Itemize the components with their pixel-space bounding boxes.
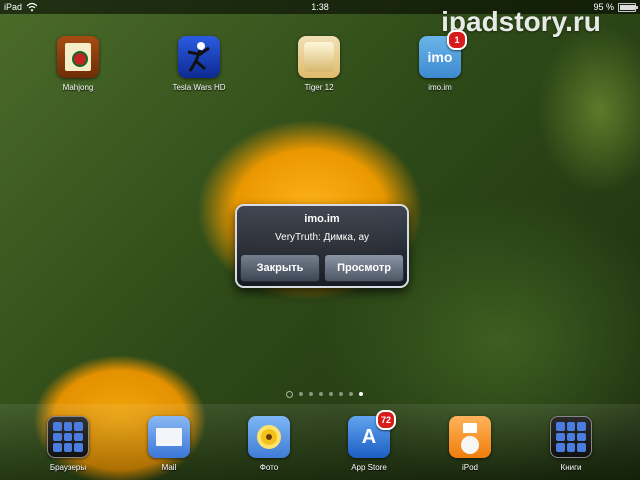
home-screen-app-grid: Mahjong Tesla Wars HD Tiger 12 imo 1 imo…: [0, 30, 640, 106]
alert-title: imo.im: [304, 213, 340, 225]
notification-badge: 1: [447, 30, 467, 50]
ipod-wheel: [461, 436, 479, 454]
dock-app-books[interactable]: Книги: [531, 416, 611, 474]
page-dot[interactable]: [319, 392, 323, 396]
ipod-screen: [463, 423, 477, 433]
view-button[interactable]: Просмотр: [324, 254, 404, 282]
dock-label-app-store: App Store: [351, 463, 387, 472]
app-tesla-wars-hd[interactable]: Tesla Wars HD: [159, 36, 239, 94]
dock-label-photos: Фото: [259, 463, 279, 472]
imo-icon[interactable]: imo 1: [419, 30, 467, 78]
app-store-badge: 72: [376, 410, 396, 430]
app-label-tiger-12: Tiger 12: [304, 83, 334, 92]
page-dot[interactable]: [309, 392, 313, 396]
app-store-icon[interactable]: A 72: [348, 410, 396, 458]
dock-label-browsers: Браузеры: [49, 463, 87, 472]
app-label-tesla-wars-hd: Tesla Wars HD: [172, 83, 226, 92]
app-tiger-12[interactable]: Tiger 12: [279, 36, 359, 94]
notification-alert: imo.im VeryTruth: Димка, ау Закрыть Прос…: [235, 204, 409, 288]
dock-label-books: Книги: [560, 463, 582, 472]
stickman-icon[interactable]: [178, 36, 220, 78]
mahjong-circle: [72, 51, 88, 67]
close-button[interactable]: Закрыть: [240, 254, 320, 282]
alert-message: VeryTruth: Димка, ау: [275, 232, 369, 243]
stickman-figure: [187, 42, 210, 72]
app-label-mahjong: Mahjong: [62, 83, 94, 92]
watermark: ipadstory.ru: [441, 6, 601, 37]
game-art: [304, 42, 334, 72]
dock-app-ipod[interactable]: iPod: [430, 416, 510, 474]
page-dot-current[interactable]: [359, 392, 363, 396]
ipod-icon[interactable]: [449, 416, 491, 458]
folder-icon[interactable]: [550, 416, 592, 458]
app-mahjong[interactable]: Mahjong: [38, 36, 118, 94]
page-dot[interactable]: [349, 392, 353, 396]
app-imo[interactable]: imo 1 imo.im: [400, 30, 480, 94]
page-dot[interactable]: [299, 392, 303, 396]
dock: Браузеры Mail Фото A 72 App Store iPod К…: [0, 404, 640, 480]
photos-icon[interactable]: [248, 416, 290, 458]
page-dot[interactable]: [339, 392, 343, 396]
folder-icon[interactable]: [47, 416, 89, 458]
page-indicator[interactable]: [286, 390, 363, 398]
golf-game-icon[interactable]: [298, 36, 340, 78]
dock-app-mail[interactable]: Mail: [129, 416, 209, 474]
mahjong-tile-face: [65, 43, 91, 71]
mahjong-tile-icon[interactable]: [57, 36, 99, 78]
envelope-shape: [156, 428, 182, 446]
dock-app-app-store[interactable]: A 72 App Store: [329, 410, 409, 474]
mail-icon[interactable]: [148, 416, 190, 458]
app-label-imo: imo.im: [428, 83, 452, 92]
dock-app-photos[interactable]: Фото: [229, 416, 309, 474]
dock-label-ipod: iPod: [461, 463, 478, 472]
dock-app-browsers[interactable]: Браузеры: [28, 416, 108, 474]
search-page-icon[interactable]: [286, 390, 293, 398]
dock-label-mail: Mail: [161, 463, 177, 472]
page-dot[interactable]: [329, 392, 333, 396]
sunflower-shape: [257, 425, 281, 449]
